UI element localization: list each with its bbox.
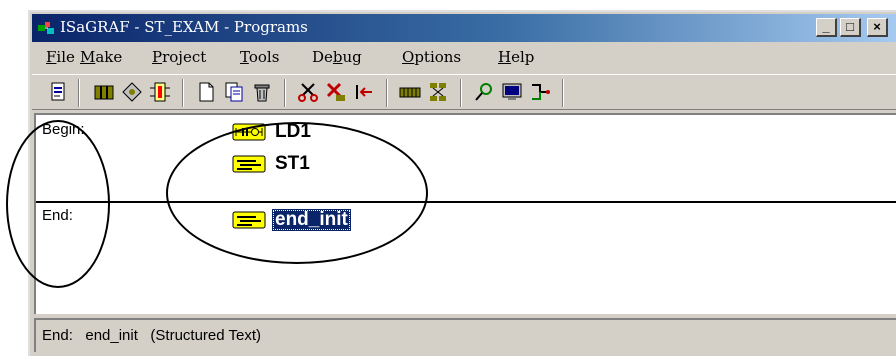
structured-text-icon <box>232 210 266 230</box>
window-title: ISaGRAF - ST_EXAM - Programs <box>60 18 308 36</box>
toolbar <box>32 74 896 110</box>
io-board-icon[interactable] <box>398 80 422 104</box>
close-button[interactable]: × <box>867 18 888 37</box>
io-connection-icon[interactable] <box>148 80 172 104</box>
menu-bar: File Make Project Tools Debug Options He… <box>32 44 896 72</box>
program-item-end-init[interactable]: end_init <box>232 207 351 233</box>
menu-tools[interactable]: Tools <box>240 48 279 66</box>
compare-icon[interactable] <box>528 80 552 104</box>
dictionary-icon[interactable] <box>92 80 116 104</box>
link-icon[interactable] <box>324 80 348 104</box>
status-text: End: end_init (Structured Text) <box>42 327 262 344</box>
toolbar-separator <box>562 79 564 107</box>
program-name: LD1 <box>275 121 311 142</box>
menu-project[interactable]: Project <box>152 48 206 66</box>
cut-icon[interactable] <box>296 80 320 104</box>
network-icon[interactable] <box>426 80 450 104</box>
open-program-icon[interactable] <box>46 80 70 104</box>
hierarchy-icon[interactable] <box>120 80 144 104</box>
menu-make[interactable]: Make <box>80 48 122 66</box>
end-section-label: End: <box>42 207 73 224</box>
toolbar-separator <box>460 79 462 107</box>
delete-program-icon[interactable] <box>250 80 274 104</box>
minimize-button[interactable]: _ <box>816 18 837 37</box>
program-item-ld1[interactable]: LD1 <box>232 119 314 145</box>
menu-options[interactable]: Options <box>402 48 461 66</box>
status-bar: End: end_init (Structured Text) <box>34 318 896 352</box>
toolbar-separator <box>182 79 184 107</box>
ladder-diagram-icon <box>232 122 266 142</box>
menu-help[interactable]: Help <box>498 48 534 66</box>
programs-list: Begin: End: LD1 ST1 end_init <box>34 113 896 314</box>
simulate-icon[interactable] <box>500 80 524 104</box>
maximize-button[interactable]: □ <box>840 18 861 37</box>
menu-file[interactable]: File <box>46 48 75 66</box>
program-name: ST1 <box>275 153 310 174</box>
isagraf-app-icon <box>38 20 56 36</box>
new-program-icon[interactable] <box>194 80 218 104</box>
copy-program-icon[interactable] <box>222 80 246 104</box>
debug-icon[interactable] <box>472 80 496 104</box>
toolbar-separator <box>78 79 80 107</box>
title-bar[interactable]: ISaGRAF - ST_EXAM - Programs _ □ × <box>32 14 896 42</box>
begin-section-label: Begin: <box>42 121 85 138</box>
program-name-selected: end_init <box>272 209 351 231</box>
toolbar-separator <box>386 79 388 107</box>
menu-debug[interactable]: Debug <box>312 48 362 66</box>
move-icon[interactable] <box>352 80 376 104</box>
program-item-st1[interactable]: ST1 <box>232 151 313 177</box>
section-divider <box>36 201 896 203</box>
structured-text-icon <box>232 154 266 174</box>
toolbar-separator <box>284 79 286 107</box>
main-window: ISaGRAF - ST_EXAM - Programs _ □ × File … <box>28 10 896 356</box>
